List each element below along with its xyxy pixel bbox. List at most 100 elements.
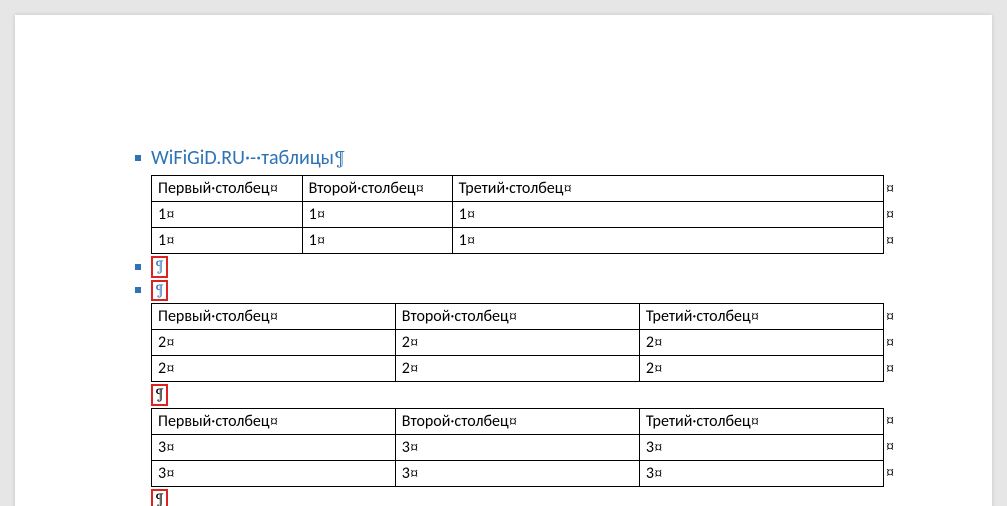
cell-mark-icon: ¤ xyxy=(415,179,424,197)
table-row[interactable]: 1¤ 1¤ 1¤ ¤ xyxy=(152,228,907,254)
table-cell[interactable]: 3¤ xyxy=(395,434,639,460)
row-end-mark: ¤ xyxy=(883,202,906,228)
table-cell[interactable]: 1¤ xyxy=(152,228,303,254)
cell-text: 1 xyxy=(158,231,166,250)
table-cell[interactable]: 1¤ xyxy=(152,202,303,228)
cell-mark-icon: ¤ xyxy=(166,359,175,377)
table-cell[interactable]: 2¤ xyxy=(639,356,883,382)
cell-mark-icon: ¤ xyxy=(410,464,419,482)
cell-mark-icon: ¤ xyxy=(410,333,419,351)
cell-text: Третий·столбец xyxy=(459,179,564,198)
table-cell[interactable]: 2¤ xyxy=(152,330,396,356)
row-end-mark: ¤ xyxy=(883,434,906,460)
table-cell[interactable]: Третий·столбец¤ xyxy=(639,408,883,434)
empty-paragraph-4[interactable]: ¶ xyxy=(151,489,902,506)
table-cell[interactable]: Второй·столбец¤ xyxy=(395,408,639,434)
table-cell[interactable]: Третий·столбец¤ xyxy=(639,304,883,330)
cell-mark-icon: ¤ xyxy=(886,307,895,325)
cell-text: Второй·столбец xyxy=(402,412,509,431)
table-row[interactable]: Первый·столбец¤ Второй·столбец¤ Третий·с… xyxy=(152,176,907,202)
workspace: WiFiGiD.RU·-·таблицы¶ Первый·столбец¤ Вт… xyxy=(0,0,1007,506)
cell-mark-icon: ¤ xyxy=(886,179,895,197)
table-row[interactable]: 2¤ 2¤ 2¤ ¤ xyxy=(152,330,907,356)
cell-mark-icon: ¤ xyxy=(166,333,175,351)
cell-mark-icon: ¤ xyxy=(886,359,895,377)
highlight-box: ¶ xyxy=(151,384,168,406)
cell-text: 1 xyxy=(459,205,467,224)
table-1[interactable]: Первый·столбец¤ Второй·столбец¤ Третий·с… xyxy=(151,175,906,254)
cell-text: 2 xyxy=(158,359,166,378)
table-cell[interactable]: Первый·столбец¤ xyxy=(152,304,396,330)
empty-paragraph-3[interactable]: ¶ xyxy=(151,384,902,406)
cell-text: 1 xyxy=(158,205,166,224)
table-cell[interactable]: 3¤ xyxy=(639,434,883,460)
table-cell[interactable]: Первый·столбец¤ xyxy=(152,176,303,202)
table-cell[interactable]: Третий·столбец¤ xyxy=(452,176,883,202)
table-row[interactable]: Первый·столбец¤ Второй·столбец¤ Третий·с… xyxy=(152,304,907,330)
cell-text: 2 xyxy=(158,333,166,352)
cell-text: Третий·столбец xyxy=(646,307,751,326)
cell-text: Второй·столбец xyxy=(309,179,416,198)
table-cell[interactable]: Второй·столбец¤ xyxy=(395,304,639,330)
highlight-box: ¶ xyxy=(151,280,168,302)
cell-mark-icon: ¤ xyxy=(166,464,175,482)
table-cell[interactable]: 1¤ xyxy=(302,202,452,228)
heading-pilcrow: ¶ xyxy=(334,146,346,169)
table-cell[interactable]: 2¤ xyxy=(395,330,639,356)
empty-paragraph-1[interactable]: ¶ xyxy=(135,256,902,278)
cell-text: 1 xyxy=(309,205,317,224)
table-cell[interactable]: 1¤ xyxy=(452,228,883,254)
table-3[interactable]: Первый·столбец¤ Второй·столбец¤ Третий·с… xyxy=(151,408,906,487)
heading-text[interactable]: WiFiGiD.RU·-·таблицы¶ xyxy=(151,145,346,171)
cell-mark-icon: ¤ xyxy=(166,231,175,249)
table-2[interactable]: Первый·столбец¤ Второй·столбец¤ Третий·с… xyxy=(151,303,906,382)
table-cell[interactable]: Первый·столбец¤ xyxy=(152,408,396,434)
cell-mark-icon: ¤ xyxy=(410,359,419,377)
table-row[interactable]: 1¤ 1¤ 1¤ ¤ xyxy=(152,202,907,228)
table-cell[interactable]: 2¤ xyxy=(395,356,639,382)
cell-text: 3 xyxy=(646,438,654,457)
cell-mark-icon: ¤ xyxy=(654,438,663,456)
row-end-mark: ¤ xyxy=(883,356,906,382)
table-cell[interactable]: 2¤ xyxy=(639,330,883,356)
pilcrow-icon: ¶ xyxy=(155,257,164,275)
cell-mark-icon: ¤ xyxy=(410,438,419,456)
table-row[interactable]: 2¤ 2¤ 2¤ ¤ xyxy=(152,356,907,382)
empty-paragraph-2[interactable]: ¶ xyxy=(135,280,902,302)
cell-text: 2 xyxy=(402,359,410,378)
table-cell[interactable]: 3¤ xyxy=(152,460,396,486)
cell-mark-icon: ¤ xyxy=(509,307,518,325)
row-end-mark: ¤ xyxy=(883,176,906,202)
heading-bullet-icon xyxy=(135,287,141,293)
table-cell[interactable]: Второй·столбец¤ xyxy=(302,176,452,202)
table-cell[interactable]: 2¤ xyxy=(152,356,396,382)
heading-line[interactable]: WiFiGiD.RU·-·таблицы¶ xyxy=(135,145,902,171)
table-row[interactable]: 3¤ 3¤ 3¤ ¤ xyxy=(152,460,907,486)
cell-text: Первый·столбец xyxy=(158,179,270,198)
pilcrow-icon: ¶ xyxy=(155,281,164,299)
table-cell[interactable]: 3¤ xyxy=(639,460,883,486)
cell-text: 2 xyxy=(402,333,410,352)
document-page[interactable]: WiFiGiD.RU·-·таблицы¶ Первый·столбец¤ Вт… xyxy=(15,15,992,506)
heading-part-1: WiFiGiD.RU xyxy=(151,146,245,170)
table-row[interactable]: 3¤ 3¤ 3¤ ¤ xyxy=(152,434,907,460)
row-end-mark: ¤ xyxy=(883,228,906,254)
cell-mark-icon: ¤ xyxy=(270,307,279,325)
heading-bullet-icon xyxy=(135,155,141,161)
table-cell[interactable]: 1¤ xyxy=(452,202,883,228)
cell-mark-icon: ¤ xyxy=(886,205,895,223)
cell-mark-icon: ¤ xyxy=(166,438,175,456)
cell-mark-icon: ¤ xyxy=(886,463,895,481)
cell-mark-icon: ¤ xyxy=(654,333,663,351)
cell-text: 3 xyxy=(158,438,166,457)
cell-text: 3 xyxy=(402,464,410,483)
table-cell[interactable]: 1¤ xyxy=(302,228,452,254)
cell-mark-icon: ¤ xyxy=(563,179,572,197)
cell-text: Третий·столбец xyxy=(646,412,751,431)
table-row[interactable]: Первый·столбец¤ Второй·столбец¤ Третий·с… xyxy=(152,408,907,434)
table-cell[interactable]: 3¤ xyxy=(395,460,639,486)
cell-mark-icon: ¤ xyxy=(270,179,279,197)
cell-mark-icon: ¤ xyxy=(467,205,476,223)
cell-mark-icon: ¤ xyxy=(166,205,175,223)
table-cell[interactable]: 3¤ xyxy=(152,434,396,460)
